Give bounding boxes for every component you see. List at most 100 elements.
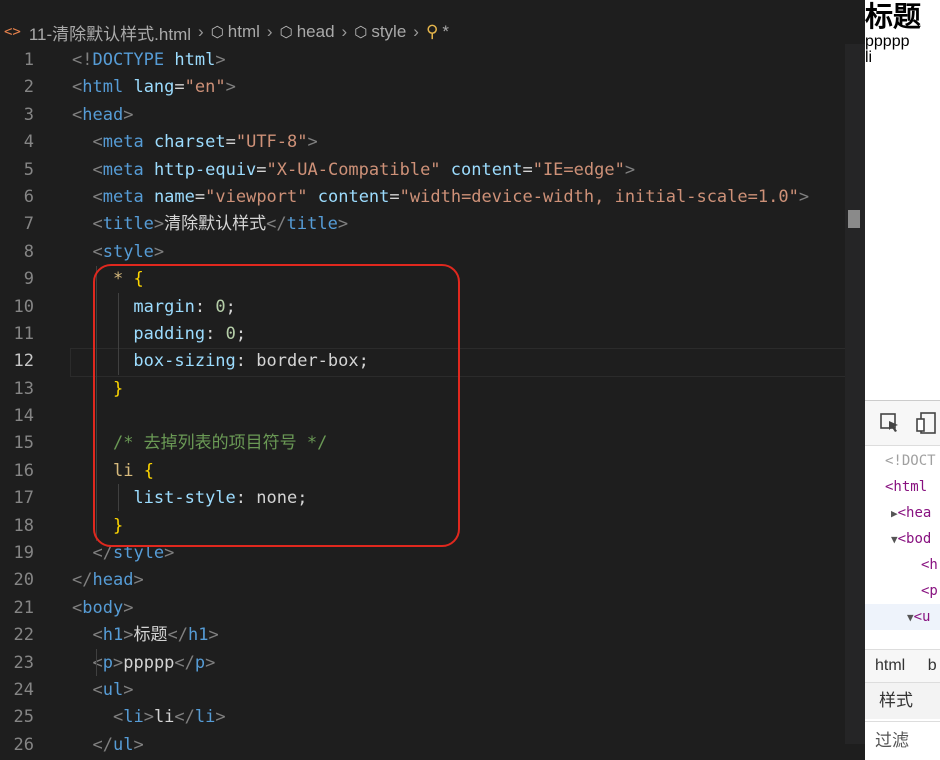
breadcrumb-item-style[interactable]: style [371,22,406,42]
code-token: < [72,597,83,618]
code-text[interactable]: </head> [72,567,144,594]
code-token: < [92,652,103,673]
code-token: lang [133,77,175,98]
code-text[interactable]: </ul> [72,732,143,759]
code-line[interactable]: 22 <h1>标题</h1> [0,622,865,649]
line-number: 4 [23,132,34,153]
code-line[interactable]: 6 <meta name="viewport" content="width=d… [0,184,865,211]
html-file-icon: <> [4,24,21,40]
code-token: meta [102,159,144,180]
code-token: = [225,132,236,153]
code-text[interactable]: <style> [72,239,164,266]
dom-tree-node[interactable]: <!DOCT [865,448,940,474]
code-line[interactable]: 3 <head> [0,102,865,129]
dom-tree-node[interactable]: <h [865,552,940,578]
expand-arrow-icon[interactable]: ▶ [891,507,898,520]
code-text[interactable]: <h1>标题</h1> [72,622,218,649]
vertical-scrollbar[interactable] [845,44,865,744]
code-token: <! [72,50,93,70]
dom-tree-node[interactable]: ▶<hea [865,500,940,526]
code-token: </ [174,652,195,673]
code-text[interactable]: <meta charset="UTF-8"> [72,129,317,156]
code-text[interactable]: <meta http-equiv="X-UA-Compatible" conte… [72,157,635,184]
breadcrumb-item-head[interactable]: head [297,22,335,42]
code-line[interactable]: 21 <body> [0,595,865,622]
code-line[interactable]: 1 <!DOCTYPE html> [0,47,865,74]
collapse-arrow-icon[interactable]: ▼ [907,611,914,624]
chevron-right-icon: › [413,22,419,41]
code-token: > [624,159,636,180]
collapse-arrow-icon[interactable]: ▼ [891,533,898,546]
devtools-panel[interactable]: <!DOCT <html ▶<hea ▼<bod <h <p ▼<u html b 样式 过… [865,400,940,760]
tab-styles[interactable]: 样式 [865,683,940,719]
code-text[interactable]: <body> [72,595,133,622]
code-text[interactable]: <li>li</li> [72,704,226,731]
browser-preview: 标题 ppppp li [865,0,940,400]
code-line[interactable]: 25 <li>li</li> [0,704,865,731]
code-token: > [123,679,134,700]
breadcrumb-item-html[interactable]: html [228,22,260,42]
dom-tree-node[interactable]: <html [865,474,940,500]
code-line[interactable]: 4 <meta charset="UTF-8"> [0,129,865,156]
line-number: 1 [23,50,34,70]
code-token: http-equiv [153,159,257,180]
dom-node-label: <h [921,557,938,573]
code-text[interactable]: <head> [72,102,133,129]
dom-tree-node[interactable]: <p [865,578,940,604]
code-line[interactable]: 26 </ul> [0,732,865,759]
code-text[interactable]: <p>ppppp</p> [72,650,215,677]
css-selector-icon: ⚲ [425,22,439,41]
line-number: 14 [13,406,34,427]
code-line[interactable]: 8 <style> [0,239,865,266]
code-editor[interactable]: <> 11-清除默认样式.html › ⬡ html › ⬡ head › ⬡ … [0,0,865,759]
code-token: charset [153,132,226,153]
line-number: 23 [13,652,34,673]
code-token: > [123,625,134,646]
code-line[interactable]: 7 <title>清除默认样式</title> [0,211,865,238]
dom-node-label: <hea [897,505,932,521]
dom-tree-node[interactable]: ▼<bod [865,526,940,552]
dom-breadcrumb-body[interactable]: b [928,657,937,674]
code-line[interactable]: 5 <meta http-equiv="X-UA-Compatible" con… [0,157,865,184]
code-line[interactable]: 2 <html lang="en"> [0,74,865,101]
code-text[interactable]: <ul> [72,677,133,704]
scrollbar-thumb[interactable] [848,210,860,228]
code-text[interactable]: <!DOCTYPE html> [72,47,226,74]
breadcrumb-selector[interactable]: * [442,22,449,42]
code-token: "viewport" [205,186,308,207]
element-cube-icon: ⬡ [354,24,368,41]
dom-tree[interactable]: <!DOCT <html ▶<hea ▼<bod <h <p ▼<u [865,446,940,630]
code-token: </ [167,625,188,646]
code-token: > [798,186,810,207]
line-number: 18 [13,515,34,536]
inspect-element-icon[interactable] [879,412,901,434]
code-token: > [215,707,226,728]
code-text[interactable]: <title>清除默认样式</title> [72,211,348,238]
code-token: content [317,186,390,207]
breadcrumb: <> 11-清除默认样式.html › ⬡ html › ⬡ head › ⬡ … [0,20,865,44]
devtools-breadcrumb: html b [865,649,940,683]
code-token: title [102,214,154,235]
code-line[interactable]: 23 <p>ppppp</p> [0,650,865,677]
dom-tree-node[interactable]: ▼<u [865,604,940,630]
breadcrumb-file[interactable]: 11-清除默认样式.html [29,20,191,45]
code-token: DOCTYPE [92,50,165,70]
dom-breadcrumb-html[interactable]: html [875,657,905,674]
device-toolbar-icon[interactable] [915,411,939,435]
code-token: head [92,570,134,591]
code-token: style [102,241,154,262]
code-line[interactable]: 24 <ul> [0,677,865,704]
code-text[interactable]: <meta name="viewport" content="width=dev… [72,184,809,211]
styles-filter-input[interactable]: 过滤 [865,721,940,760]
code-token: > [225,77,236,98]
code-text[interactable]: <html lang="en"> [72,74,236,101]
code-token: meta [102,132,144,153]
code-token: ul [102,679,124,700]
code-line[interactable]: 20 </head> [0,567,865,594]
code-token: > [112,652,124,673]
